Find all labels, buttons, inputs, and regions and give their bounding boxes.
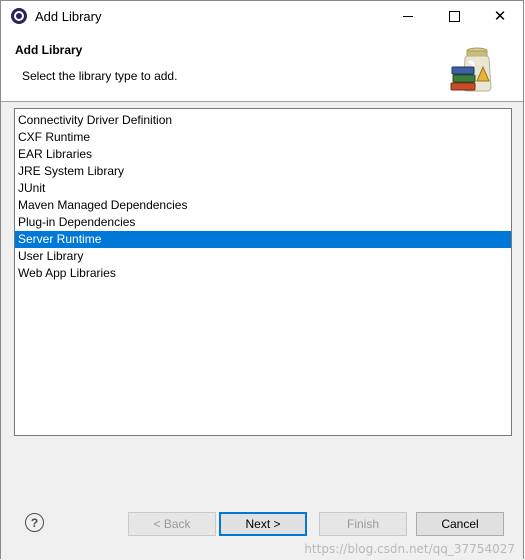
window-title: Add Library [35,8,102,24]
close-button[interactable]: ✕ [477,1,523,31]
list-item[interactable]: JUnit [15,180,511,197]
maximize-button[interactable] [431,1,477,31]
list-item[interactable]: Web App Libraries [15,265,511,282]
wizard-description: Select the library type to add. [22,69,178,83]
window-controls: ✕ [385,1,523,31]
wizard-content: Connectivity Driver Definition CXF Runti… [1,102,523,496]
close-icon: ✕ [493,7,507,25]
list-item[interactable]: EAR Libraries [15,146,511,163]
list-item[interactable]: JRE System Library [15,163,511,180]
minimize-button[interactable] [385,1,431,31]
back-button[interactable]: < Back [128,512,216,536]
button-bar: ? < Back Next > Finish Cancel https://bl… [1,496,523,560]
eclipse-icon [11,8,27,24]
library-type-list[interactable]: Connectivity Driver Definition CXF Runti… [14,108,512,436]
watermark-text: https://blog.csdn.net/qq_37754027 [304,542,515,556]
list-item[interactable]: CXF Runtime [15,129,511,146]
title-bar: Add Library ✕ [1,1,523,31]
library-jar-icon [450,47,492,92]
wizard-header: Add Library Select the library type to a… [1,31,523,101]
next-button[interactable]: Next > [219,512,307,536]
cancel-button[interactable]: Cancel [416,512,504,536]
maximize-icon [448,10,460,22]
list-item[interactable]: Connectivity Driver Definition [15,112,511,129]
list-item[interactable]: Maven Managed Dependencies [15,197,511,214]
minimize-icon [403,15,413,17]
list-item[interactable]: Plug-in Dependencies [15,214,511,231]
list-item-selected[interactable]: Server Runtime [15,231,511,248]
help-icon[interactable]: ? [25,513,44,532]
list-item[interactable]: User Library [15,248,511,265]
add-library-dialog: Add Library ✕ Add Library Select the lib… [0,0,524,560]
finish-button[interactable]: Finish [319,512,407,536]
wizard-title: Add Library [15,43,83,57]
